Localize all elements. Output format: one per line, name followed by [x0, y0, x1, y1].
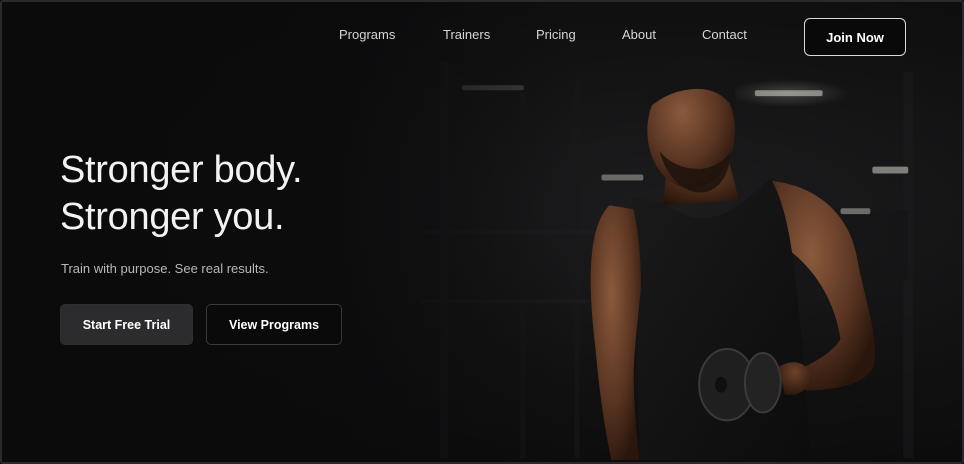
start-free-trial-button[interactable]: Start Free Trial [60, 304, 193, 345]
nav-link-contact[interactable]: Contact [702, 27, 747, 42]
hero-subtitle: Train with purpose. See real results. [61, 261, 269, 276]
nav-link-about[interactable]: About [622, 27, 656, 42]
page-frame: Programs Trainers Pricing About Contact … [0, 0, 964, 464]
hero-title-line-1: Stronger body. [60, 149, 303, 191]
join-now-button[interactable]: Join Now [804, 18, 906, 56]
view-programs-button[interactable]: View Programs [206, 304, 342, 345]
top-navigation: Programs Trainers Pricing About Contact … [2, 2, 962, 74]
hero-title: Stronger body. Stronger you. [60, 147, 303, 241]
nav-link-pricing[interactable]: Pricing [536, 27, 576, 42]
nav-link-trainers[interactable]: Trainers [443, 27, 490, 42]
hero-title-line-2: Stronger you. [60, 196, 285, 238]
nav-link-programs[interactable]: Programs [339, 27, 395, 42]
